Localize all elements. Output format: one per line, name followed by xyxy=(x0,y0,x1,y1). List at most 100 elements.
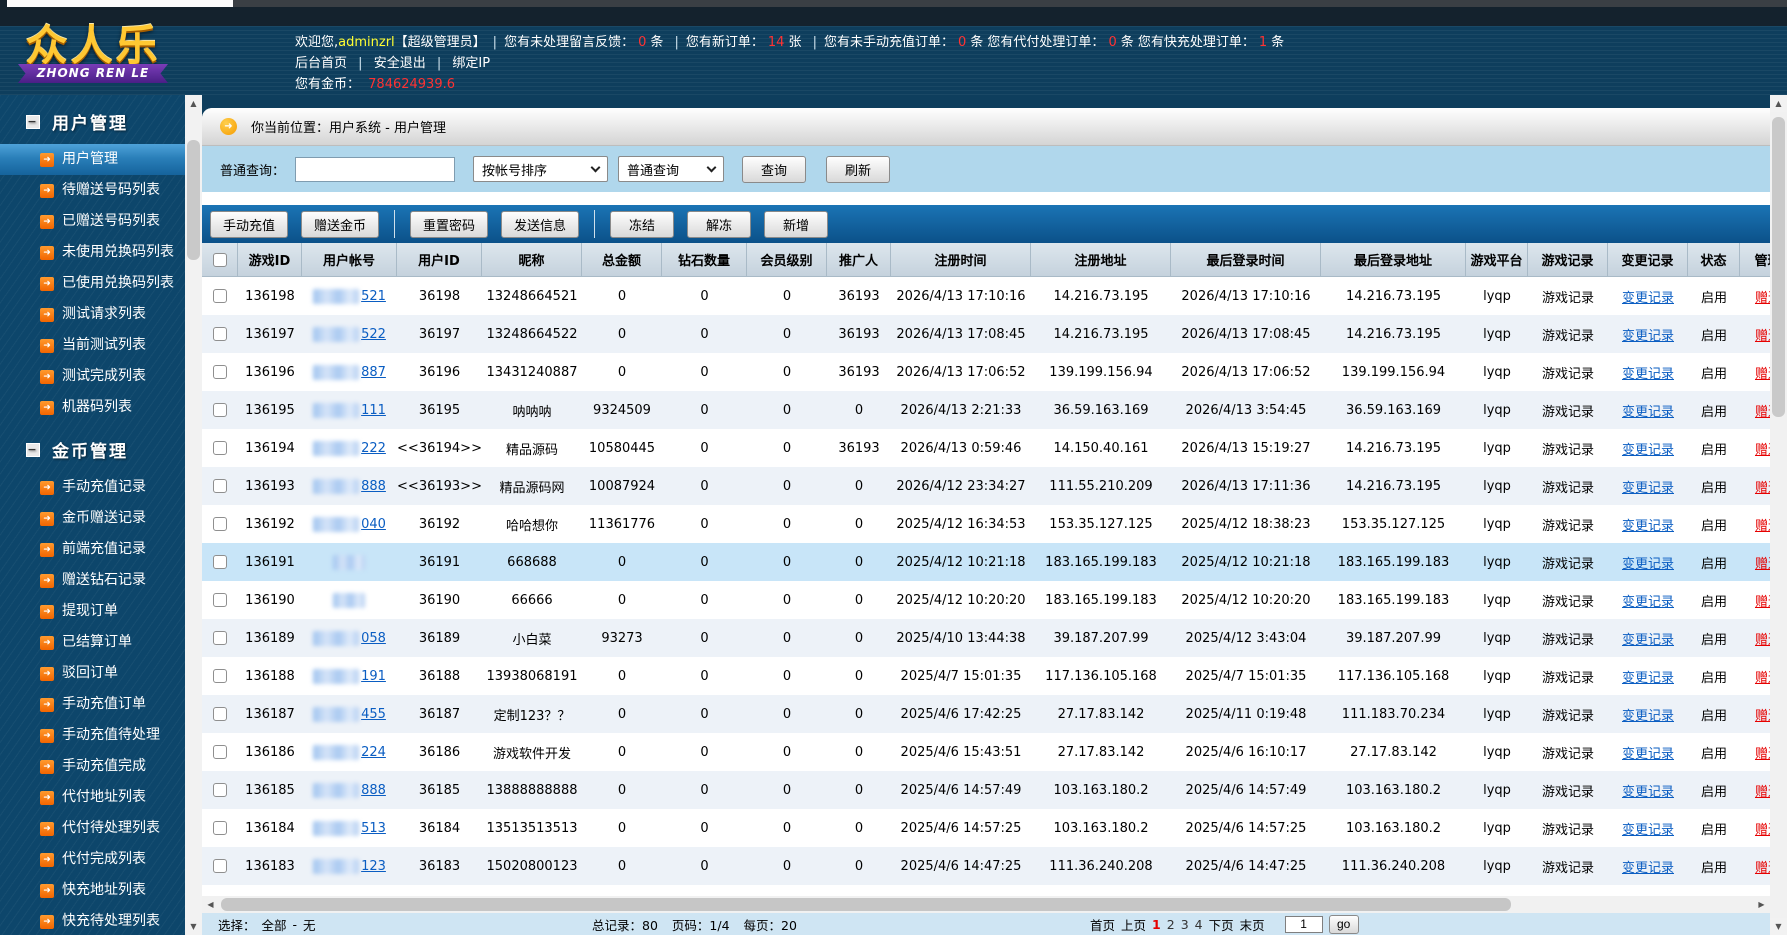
sidebar-item-手动充值完成[interactable]: ➜ 手动充值完成 xyxy=(0,751,185,782)
nav-logout-link[interactable]: 安全退出 xyxy=(374,56,426,71)
account-link[interactable]: 888 xyxy=(361,783,386,798)
collapse-minus-icon[interactable]: − xyxy=(26,442,40,457)
sidebar-scrollbar-thumb[interactable] xyxy=(187,140,200,260)
horizontal-scrollbar[interactable]: ◀ ▶ xyxy=(202,896,1770,913)
sidebar-item-已结算订单[interactable]: ➜ 已结算订单 xyxy=(0,627,185,658)
account-link[interactable]: 040 xyxy=(361,517,386,532)
table-row[interactable]: 136184 513 36184 13513513513 0 0 0 0 2025/4/6 14… xyxy=(202,809,1770,847)
sidebar-scrollbar[interactable]: ▲ ▼ xyxy=(185,95,202,935)
manage-gift-link[interactable]: 赠送 xyxy=(1755,401,1770,420)
change-record-link[interactable]: 变更记录 xyxy=(1622,705,1674,724)
row-checkbox[interactable] xyxy=(213,593,227,607)
nav-home-link[interactable]: 后台首页 xyxy=(295,56,347,71)
row-checkbox[interactable] xyxy=(213,441,227,455)
sidebar-item-代付地址列表[interactable]: ➜ 代付地址列表 xyxy=(0,782,185,813)
row-checkbox[interactable] xyxy=(213,365,227,379)
table-row[interactable]: 136186 224 36186 游戏软件开发 0 0 0 0 2025/4/6 15:43:5… xyxy=(202,733,1770,771)
account-link[interactable]: 455 xyxy=(361,707,386,722)
row-checkbox[interactable] xyxy=(213,745,227,759)
select-all-checkbox[interactable] xyxy=(212,252,227,267)
manage-gift-link[interactable]: 赠送 xyxy=(1755,287,1770,306)
collapse-minus-icon[interactable]: − xyxy=(26,114,40,129)
sidebar-item-手动充值待处理[interactable]: ➜ 手动充值待处理 xyxy=(0,720,185,751)
row-checkbox[interactable] xyxy=(213,783,227,797)
account-link[interactable]: 123 xyxy=(361,859,386,874)
manage-gift-link[interactable]: 赠送 xyxy=(1755,477,1770,496)
pagination-next[interactable]: 下页 xyxy=(1209,915,1234,934)
account-link[interactable]: 111 xyxy=(361,403,386,418)
table-row[interactable]: 136198 521 36198 13248664521 0 0 0 36193 2026/4/… xyxy=(202,277,1770,315)
account-link[interactable]: 058 xyxy=(361,631,386,646)
pagination-page-2[interactable]: 2 xyxy=(1167,917,1175,932)
nav-bind-ip-link[interactable]: 绑定IP xyxy=(452,56,490,71)
row-checkbox[interactable] xyxy=(213,821,227,835)
table-row[interactable]: 136195 111 36195 呐呐呐 9324509 0 0 0 2026/4/13 2:2… xyxy=(202,391,1770,429)
table-row[interactable]: 136188 191 36188 13938068191 0 0 0 0 2025/4/7 15… xyxy=(202,657,1770,695)
change-record-link[interactable]: 变更记录 xyxy=(1622,287,1674,306)
change-record-link[interactable]: 变更记录 xyxy=(1622,629,1674,648)
row-checkbox[interactable] xyxy=(213,859,227,873)
sidebar-item-赠送钻石记录[interactable]: ➜ 赠送钻石记录 xyxy=(0,565,185,596)
table-row[interactable]: 136187 455 36187 定制123？？ 0 0 0 0 2025/4/6 17:42:… xyxy=(202,695,1770,733)
change-record-link[interactable]: 变更记录 xyxy=(1622,857,1674,876)
query-type-select[interactable]: 普通查询 xyxy=(618,156,725,182)
change-record-link[interactable]: 变更记录 xyxy=(1622,819,1674,838)
sidebar-scroll-up-icon[interactable]: ▲ xyxy=(185,95,202,112)
change-record-link[interactable]: 变更记录 xyxy=(1622,477,1674,496)
manage-gift-link[interactable]: 赠送 xyxy=(1755,743,1770,762)
sidebar-item-快充地址列表[interactable]: ➜ 快充地址列表 xyxy=(0,875,185,906)
toolbar-button-冻结[interactable]: 冻结 xyxy=(610,210,675,238)
sidebar-item-代付完成列表[interactable]: ➜ 代付完成列表 xyxy=(0,844,185,875)
search-button[interactable]: 查询 xyxy=(742,155,807,183)
manage-gift-link[interactable]: 赠送 xyxy=(1755,667,1770,686)
sidebar-item-机器码列表[interactable]: ➜ 机器码列表 xyxy=(0,392,185,423)
manage-gift-link[interactable]: 赠送 xyxy=(1755,705,1770,724)
sidebar-item-待赠送号码列表[interactable]: ➜ 待赠送号码列表 xyxy=(0,175,185,206)
toolbar-button-解冻[interactable]: 解冻 xyxy=(687,210,752,238)
change-record-link[interactable]: 变更记录 xyxy=(1622,781,1674,800)
sidebar-scroll-down-icon[interactable]: ▼ xyxy=(185,918,202,935)
account-link[interactable]: 521 xyxy=(361,289,386,304)
change-record-link[interactable]: 变更记录 xyxy=(1622,325,1674,344)
account-link[interactable]: 513 xyxy=(361,821,386,836)
account-link[interactable]: 887 xyxy=(361,365,386,380)
toolbar-button-重置密码[interactable]: 重置密码 xyxy=(410,210,489,238)
pagination-page-1[interactable]: 1 xyxy=(1152,917,1161,932)
scroll-right-icon[interactable]: ▶ xyxy=(1753,896,1770,913)
change-record-link[interactable]: 变更记录 xyxy=(1622,401,1674,420)
sidebar-item-金币赠送记录[interactable]: ➜ 金币赠送记录 xyxy=(0,503,185,534)
row-checkbox[interactable] xyxy=(213,669,227,683)
account-link[interactable]: 522 xyxy=(361,327,386,342)
manage-gift-link[interactable]: 赠送 xyxy=(1755,325,1770,344)
row-checkbox[interactable] xyxy=(213,517,227,531)
manage-gift-link[interactable]: 赠送 xyxy=(1755,515,1770,534)
sidebar-item-测试请求列表[interactable]: ➜ 测试请求列表 xyxy=(0,299,185,330)
sidebar-item-手动充值记录[interactable]: ➜ 手动充值记录 xyxy=(0,472,185,503)
sort-select[interactable]: 按帐号排序 xyxy=(473,156,609,182)
horizontal-scrollbar-thumb[interactable] xyxy=(221,898,1511,911)
table-row[interactable]: 136197 522 36197 13248664522 0 0 0 36193 2026/4/… xyxy=(202,315,1770,353)
toolbar-button-发送信息[interactable]: 发送信息 xyxy=(501,210,580,238)
table-row[interactable]: 136196 887 36196 13431240887 0 0 0 36193 2026/4/… xyxy=(202,353,1770,391)
pagination-first[interactable]: 首页 xyxy=(1090,915,1115,934)
change-record-link[interactable]: 变更记录 xyxy=(1622,591,1674,610)
goto-button[interactable]: go xyxy=(1328,914,1359,934)
account-link[interactable]: 222 xyxy=(361,441,386,456)
scroll-down-icon[interactable]: ▼ xyxy=(1770,918,1787,935)
table-row[interactable]: 136193 888 <<36193>> 精品源码网 10087924 0 0 0 2026/4… xyxy=(202,467,1770,505)
change-record-link[interactable]: 变更记录 xyxy=(1622,743,1674,762)
table-row[interactable]: 136185 888 36185 13888888888 0 0 0 0 2025/4/6 14… xyxy=(202,771,1770,809)
toolbar-button-新增[interactable]: 新增 xyxy=(764,210,829,238)
vertical-scrollbar-thumb[interactable] xyxy=(1772,117,1785,417)
sidebar-item-手动充值订单[interactable]: ➜ 手动充值订单 xyxy=(0,689,185,720)
sidebar-item-代付待处理列表[interactable]: ➜ 代付待处理列表 xyxy=(0,813,185,844)
pagination-page-4[interactable]: 4 xyxy=(1195,917,1203,932)
sidebar-item-快充待处理列表[interactable]: ➜ 快充待处理列表 xyxy=(0,906,185,935)
table-row[interactable]: 136189 058 36189 小白菜 93273 0 0 0 2025/4/10 13:44… xyxy=(202,619,1770,657)
manage-gift-link[interactable]: 赠送 xyxy=(1755,439,1770,458)
sidebar-item-提现订单[interactable]: ➜ 提现订单 xyxy=(0,596,185,627)
scroll-up-icon[interactable]: ▲ xyxy=(1770,95,1787,112)
manage-gift-link[interactable]: 赠送 xyxy=(1755,781,1770,800)
sidebar-item-驳回订单[interactable]: ➜ 驳回订单 xyxy=(0,658,185,689)
scroll-left-icon[interactable]: ◀ xyxy=(202,896,219,913)
